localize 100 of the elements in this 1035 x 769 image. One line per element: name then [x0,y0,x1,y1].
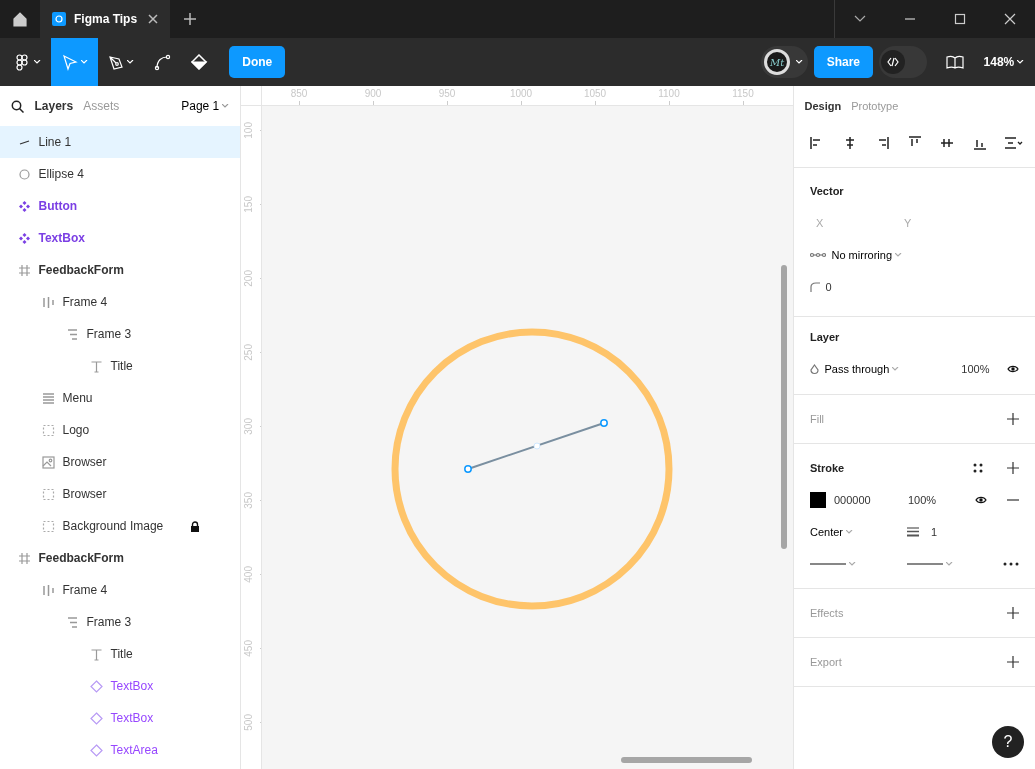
eye-icon[interactable] [1007,364,1019,374]
layer-name: Menu [61,390,93,407]
caret-icon [1017,60,1024,64]
stroke-weight-icon [907,527,919,537]
layer-name: Ellipse 4 [37,166,84,183]
layer-name: FeedbackForm [37,550,124,567]
caret-icon [848,562,856,566]
panel-tab[interactable]: Layers [29,97,79,115]
dev-mode-toggle[interactable] [878,46,927,78]
frame-icon [18,263,31,277]
caret-icon [222,104,229,108]
add-tab-icon[interactable] [184,13,196,25]
caret-icon [945,562,953,566]
layer-row[interactable]: Line 1 [0,126,240,158]
curve-icon [154,53,172,71]
scrollbar[interactable] [781,265,787,549]
more-icon[interactable] [1003,562,1019,566]
file-tab[interactable]: Figma Tips [40,0,170,38]
code-icon [887,57,900,67]
help-button[interactable]: ? [992,726,1024,758]
layer-name: Frame 3 [85,614,132,631]
stroke-position-dropdown[interactable]: Center [810,526,907,538]
add-icon[interactable] [1007,607,1019,619]
columns-icon [42,583,55,597]
component-icon [18,231,31,245]
stroke-weight-field[interactable]: 1 [931,523,938,541]
home-button[interactable] [12,11,28,27]
caret-icon [80,60,88,64]
layer-name: Frame 4 [61,582,108,599]
layer-name: Frame 3 [85,326,132,343]
zoom-menu[interactable]: 148% [983,55,1024,69]
circle-icon [18,167,31,181]
lock-icon[interactable] [190,520,200,532]
layer-name: TextArea [109,742,158,759]
distribute-icon[interactable] [1005,135,1023,150]
component-icon [18,199,31,213]
cursor-tool[interactable] [50,38,98,86]
fill-icon [191,53,209,71]
add-icon[interactable] [1007,413,1019,425]
dashed-square-icon [42,519,55,533]
layer-name: Background Image [61,518,164,535]
scrollbar[interactable] [621,757,752,763]
drop-icon [810,363,819,375]
opacity-field[interactable]: 100% [961,360,990,378]
corner-radius-field[interactable]: 0 [825,278,832,296]
avatar: Mt [764,49,791,75]
layer-name: Line 1 [37,134,72,151]
caret-icon [892,367,900,371]
search-icon[interactable] [11,99,24,113]
layer-name: FeedbackForm [37,262,124,279]
color-swatch[interactable] [810,492,826,508]
file-icon [52,12,66,26]
section-title: Stroke [810,460,845,476]
dashed-square-icon [42,423,55,437]
section-title: Export [810,654,842,670]
layer-name: Title [109,358,133,375]
rows-icon [66,327,79,341]
layer-name: Button [37,198,78,215]
corner-radius-icon [810,282,820,292]
diamond-icon [90,743,103,757]
line-end-icon [907,562,943,566]
section-title: Layer [810,329,840,345]
mirroring-dropdown[interactable]: No mirroring [831,249,902,261]
layer-name: Title [109,646,133,663]
eye-icon[interactable] [975,495,987,505]
styles-icon[interactable] [973,463,983,473]
opacity-field[interactable]: 100% [908,491,937,509]
diamond-icon [90,711,103,725]
cursor-icon [60,53,78,71]
layer-name: Browser [61,486,107,503]
selected-line[interactable] [464,419,608,473]
text-icon [90,359,103,373]
columns-icon [42,295,55,309]
book-icon[interactable] [946,55,965,69]
blend-mode-dropdown[interactable]: Pass through [824,363,900,375]
maximize-icon[interactable] [954,13,966,25]
add-icon[interactable] [1007,462,1019,474]
caret-icon [33,60,41,64]
layer-name: TextBox [37,230,85,247]
rows-icon [66,615,79,629]
stroke-end-dropdown[interactable] [907,562,953,566]
caret-icon [795,60,803,64]
close-icon[interactable] [1004,13,1016,25]
caret-icon [845,530,853,534]
panel-tab[interactable]: Design [799,97,847,115]
mirroring-icon [810,252,826,258]
hex-field[interactable]: 000000 [834,491,908,509]
tab-title: Figma Tips [74,11,138,28]
user-menu[interactable]: Mt [761,46,809,78]
add-icon[interactable] [1007,656,1019,668]
figma-logo-icon [14,53,31,71]
line-end-icon [810,562,846,566]
diamond-icon [90,679,103,693]
page-menu[interactable]: Page 1 [181,99,229,113]
frame-icon [18,551,31,565]
section-title: Effects [810,605,844,621]
layer-name: Logo [61,422,90,439]
close-icon[interactable] [148,14,158,24]
layer-name: Browser [61,454,107,471]
layer-name: Frame 4 [61,294,108,311]
